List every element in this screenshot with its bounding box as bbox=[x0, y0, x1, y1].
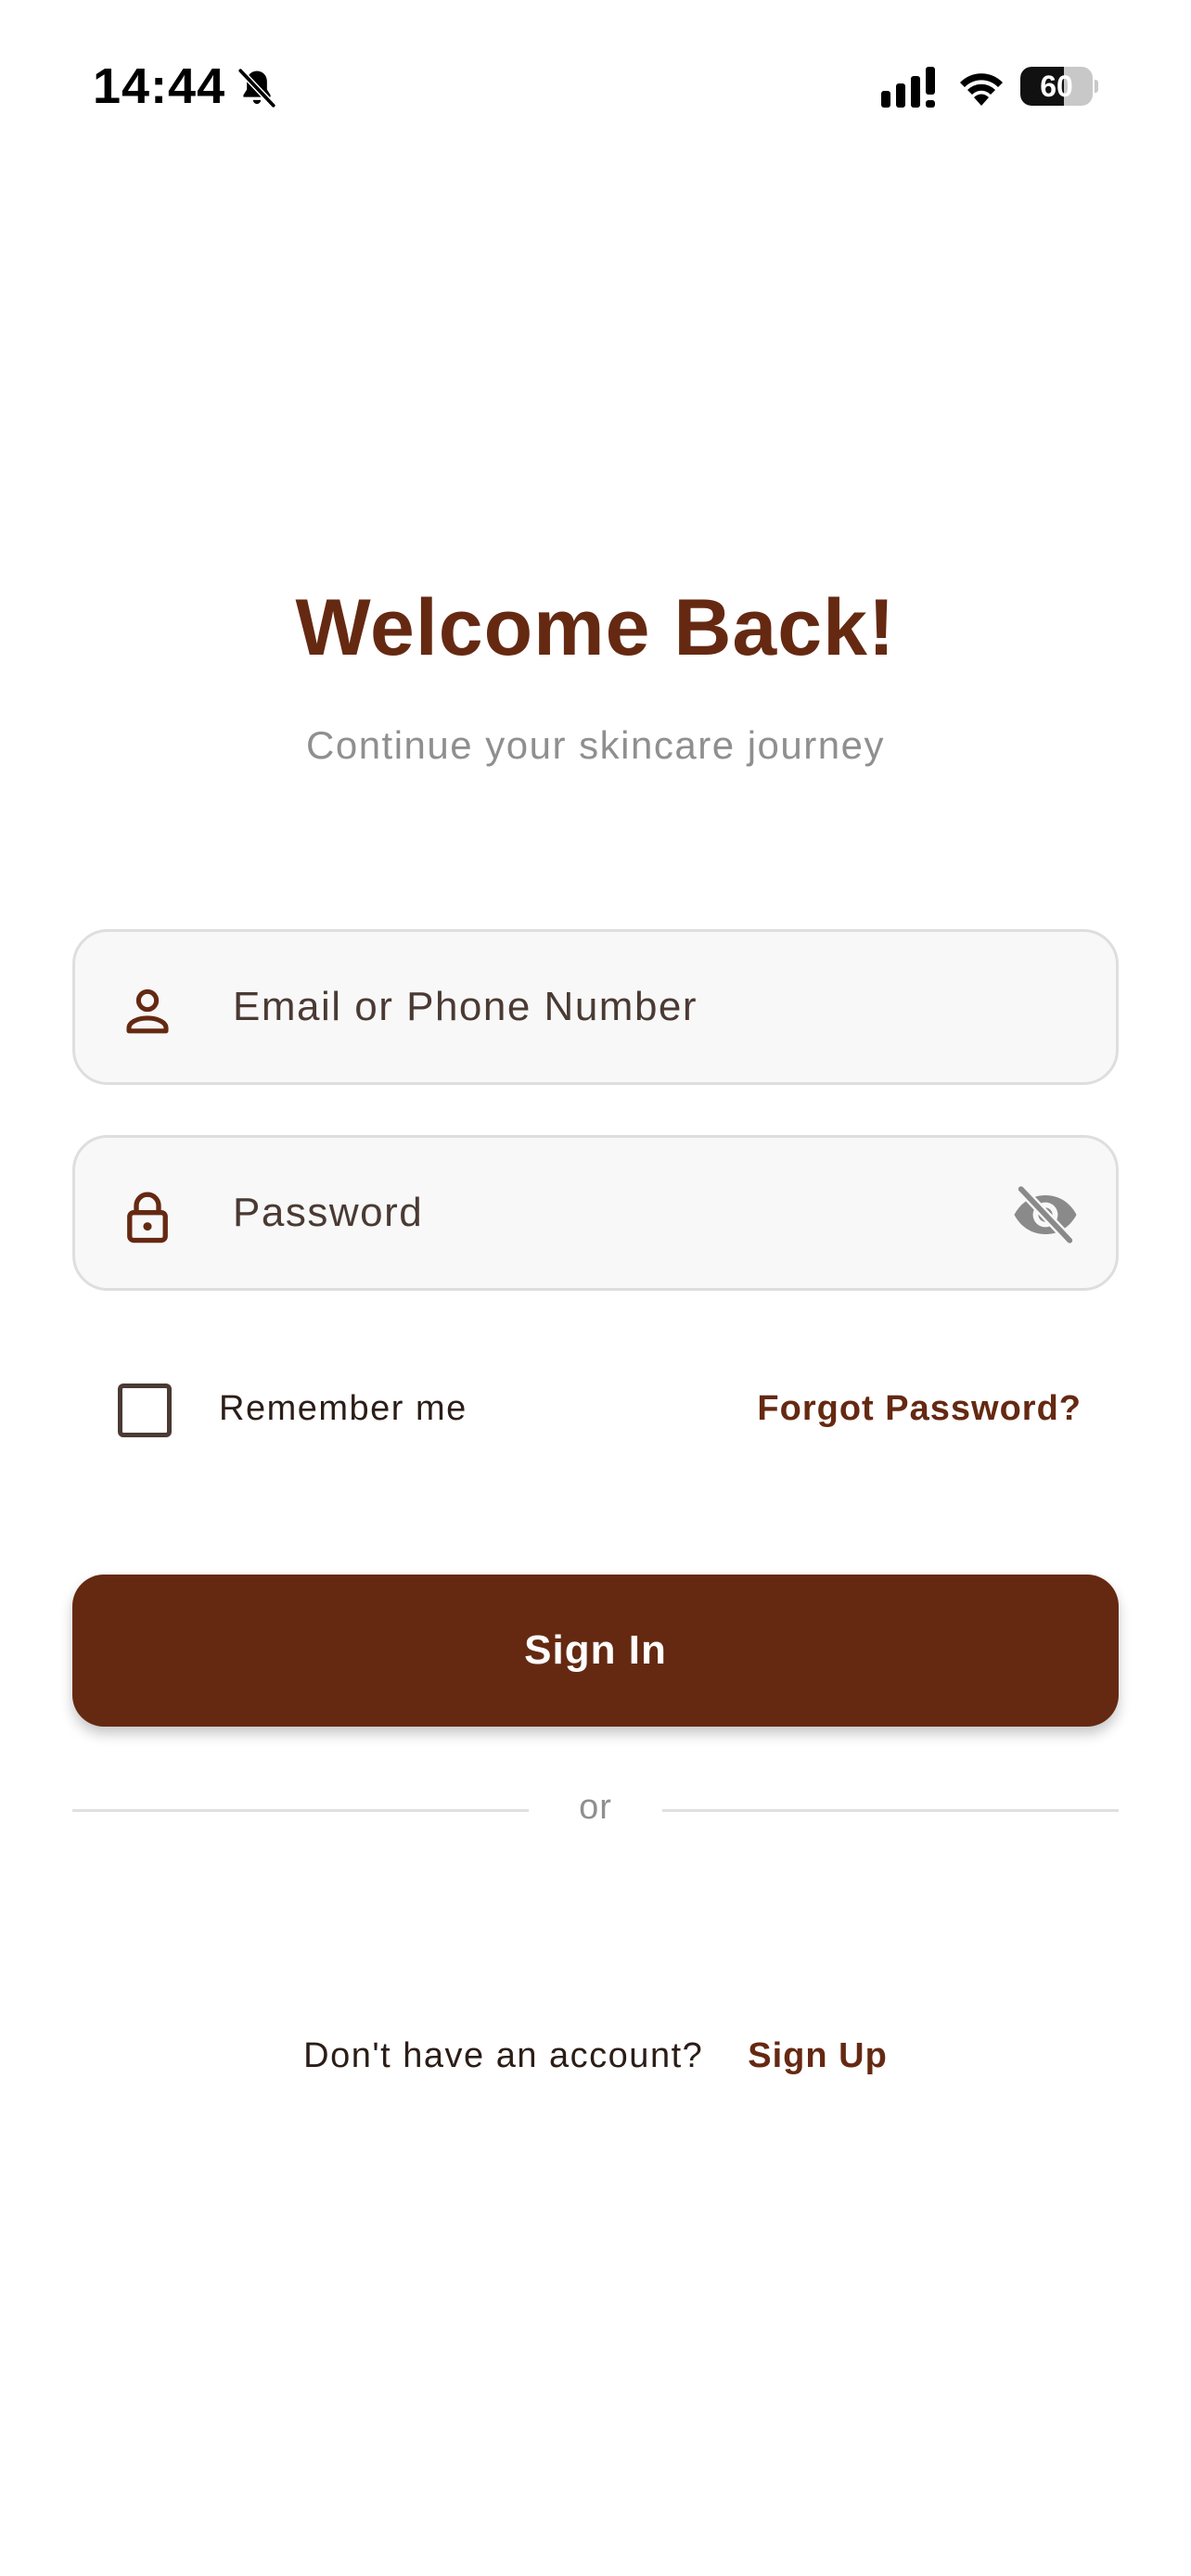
battery-cap bbox=[1095, 80, 1098, 93]
eye-off-icon[interactable] bbox=[1010, 1182, 1081, 1247]
page-subtitle: Continue your skincare journey bbox=[306, 723, 885, 767]
sign-up-link[interactable]: Sign Up bbox=[748, 2036, 888, 2075]
status-bar: 14:44 60 bbox=[0, 0, 1191, 176]
battery-icon: 60 bbox=[1020, 67, 1098, 106]
battery-level: 60 bbox=[1040, 70, 1073, 103]
divider-text: or bbox=[579, 1788, 612, 1827]
lock-icon bbox=[127, 1192, 168, 1243]
battery-body: 60 bbox=[1020, 67, 1093, 106]
forgot-password-link[interactable]: Forgot Password? bbox=[757, 1389, 1082, 1429]
signup-prompt: Don't have an account? bbox=[303, 2036, 704, 2075]
remember-me-label[interactable]: Remember me bbox=[219, 1389, 467, 1429]
sign-in-button[interactable]: Sign In bbox=[72, 1575, 1119, 1727]
password-field[interactable] bbox=[72, 1135, 1119, 1291]
person-icon bbox=[126, 988, 169, 1034]
signup-row: Don't have an account? Sign Up bbox=[0, 2036, 1191, 2076]
cellular-signal-icon bbox=[881, 67, 935, 108]
remember-me-checkbox[interactable] bbox=[118, 1384, 172, 1437]
page-title: Welcome Back! bbox=[295, 583, 896, 672]
password-input[interactable] bbox=[233, 1138, 975, 1288]
email-input[interactable] bbox=[233, 932, 975, 1082]
wifi-icon bbox=[960, 73, 1003, 106]
status-time: 14:44 bbox=[93, 58, 226, 114]
divider-line-right bbox=[662, 1809, 1119, 1812]
bell-muted-icon bbox=[237, 67, 277, 109]
divider-line-left bbox=[72, 1809, 529, 1812]
email-field[interactable] bbox=[72, 929, 1119, 1085]
